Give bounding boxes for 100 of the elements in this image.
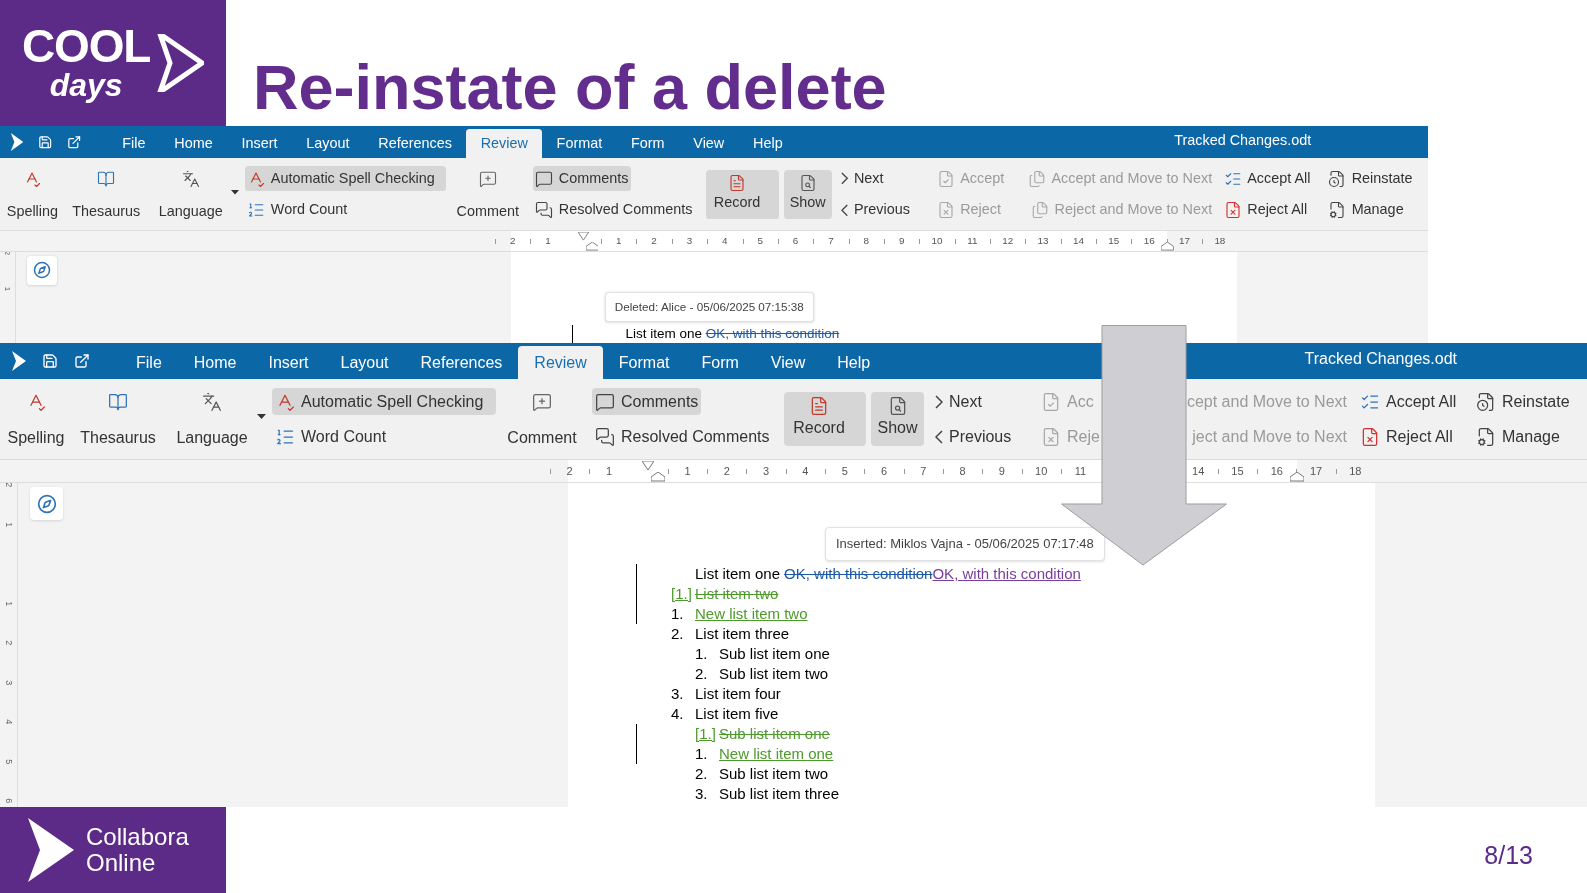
ruler-number: 17: [1179, 234, 1190, 249]
auto-spell-check-button[interactable]: Automatic Spell Checking: [272, 388, 496, 415]
inserted-text: New list item two: [695, 603, 808, 624]
menu-tab[interactable]: Help: [738, 128, 798, 159]
menu-tab[interactable]: Review: [518, 346, 603, 379]
language-icon: [202, 392, 222, 412]
comments-button[interactable]: Comments: [592, 388, 702, 415]
spelling-button[interactable]: Spelling: [7, 428, 65, 448]
record-button[interactable]: Record: [705, 170, 780, 219]
deleted-text: OK, with this condition: [784, 563, 933, 584]
menu-tab[interactable]: Layout: [324, 346, 405, 379]
document-gear-icon: [1328, 201, 1347, 220]
list-text: Sub list item three: [719, 783, 840, 804]
caret-icon[interactable]: [257, 414, 266, 420]
menu-tab[interactable]: Home: [159, 128, 228, 159]
comment-button[interactable]: Comment: [507, 428, 577, 448]
word-count-button[interactable]: Word Count: [272, 423, 496, 450]
ruler-number: 9: [998, 464, 1005, 480]
reject-all-button[interactable]: Reject All: [1357, 423, 1456, 450]
app-logo-icon[interactable]: [10, 351, 26, 371]
previous-button[interactable]: Previous: [838, 197, 926, 223]
save-icon[interactable]: [37, 135, 53, 150]
ruler-number: 1: [616, 234, 622, 249]
menu-tab[interactable]: File: [120, 346, 178, 379]
deleted-text: OK, with this condition: [705, 324, 840, 343]
menu-tab[interactable]: Form: [685, 346, 755, 379]
accept-all-button[interactable]: Accept All: [1357, 388, 1460, 415]
comment-button[interactable]: Comment: [456, 202, 519, 221]
reinstate-button[interactable]: Reinstate: [1473, 388, 1573, 415]
ruler-number: 2: [566, 464, 573, 480]
ruler-number: 11: [967, 234, 978, 249]
ruler-number: 17: [1309, 464, 1323, 480]
language-button[interactable]: Language: [176, 428, 248, 448]
show-button[interactable]: Show: [871, 392, 924, 446]
record-button[interactable]: Record: [784, 392, 866, 446]
ruler-number: 6: [880, 464, 888, 480]
manage-button[interactable]: Manage: [1325, 197, 1416, 223]
logo-text: days: [49, 68, 123, 102]
next-button[interactable]: Next: [838, 166, 926, 191]
popout-icon[interactable]: [74, 353, 90, 369]
menu-tab[interactable]: Format: [542, 128, 617, 159]
menu-tab[interactable]: Review: [466, 128, 543, 159]
auto-spell-check-button[interactable]: Automatic Spell Checking: [244, 166, 447, 191]
word-count-button[interactable]: Word Count: [244, 197, 447, 223]
resolved-comments-button[interactable]: Resolved Comments: [592, 423, 773, 450]
save-icon[interactable]: [42, 353, 58, 369]
document-cross-icon: [1360, 426, 1380, 447]
previous-button[interactable]: Previous: [932, 423, 1028, 450]
navigator-button[interactable]: [27, 255, 57, 286]
show-button[interactable]: Show: [783, 170, 832, 219]
chevron-left-icon: [841, 203, 849, 217]
accept-all-button[interactable]: Accept All: [1221, 166, 1314, 191]
ruler-number: 14: [1072, 234, 1084, 249]
document-gear-icon: [1476, 426, 1496, 447]
menu-tab[interactable]: Help: [821, 346, 887, 379]
manage-button[interactable]: Manage: [1473, 423, 1573, 450]
caret-icon[interactable]: [231, 189, 240, 196]
speech-bubble-icon: [595, 391, 615, 412]
popout-icon[interactable]: [66, 135, 81, 150]
list-number: 1.: [695, 743, 708, 764]
ruler-number: 8: [959, 464, 966, 480]
ruler-number: 1: [3, 600, 16, 606]
menu-tab[interactable]: Layout: [291, 128, 364, 159]
chevron-left-icon: [935, 429, 943, 444]
tooltip: Inserted: Miklos Vajna - 05/06/2025 07:17:48: [825, 527, 1105, 561]
logo-text: Online: [86, 850, 157, 876]
ruler-number: 8: [863, 234, 869, 249]
language-button[interactable]: Language: [158, 202, 223, 221]
menu-tab[interactable]: Home: [177, 346, 253, 379]
menu-tab[interactable]: View: [754, 346, 822, 379]
ruler-number: 2: [651, 234, 657, 249]
thesaurus-button[interactable]: Thesaurus: [72, 202, 141, 221]
menu-tab[interactable]: File: [107, 128, 160, 159]
ruler-number: 1: [545, 234, 551, 249]
document-title: Tracked Changes.odt: [1304, 349, 1457, 369]
menu-tab[interactable]: Format: [602, 346, 686, 379]
list-text: List item three: [695, 623, 790, 644]
resolved-comments-button[interactable]: Resolved Comments: [532, 197, 696, 223]
app-logo-icon[interactable]: [9, 133, 24, 152]
ruler-number: 2: [3, 483, 16, 488]
menu-tab[interactable]: References: [404, 346, 519, 379]
menu-tab[interactable]: View: [678, 128, 739, 159]
spelling-button[interactable]: Spelling: [6, 202, 58, 221]
next-button[interactable]: Next: [932, 388, 1028, 415]
menu-tab[interactable]: References: [363, 128, 467, 159]
thesaurus-button[interactable]: Thesaurus: [80, 428, 156, 448]
menu-tab[interactable]: Insert: [252, 346, 325, 379]
speech-bubbles-icon: [595, 426, 615, 447]
ruler-number: 1: [2, 286, 14, 292]
reject-all-button[interactable]: Reject All: [1221, 197, 1310, 223]
reinstate-button[interactable]: Reinstate: [1325, 166, 1416, 191]
ruler-number: 4: [722, 234, 728, 249]
book-icon: [97, 170, 116, 189]
navigator-button[interactable]: [30, 487, 63, 520]
comments-button[interactable]: Comments: [532, 166, 632, 191]
menu-tab[interactable]: Form: [616, 128, 679, 159]
list-text: List item five: [695, 703, 779, 724]
document-cross-icon: [1223, 201, 1242, 220]
menu-tab[interactable]: Insert: [227, 128, 292, 159]
document-cross-icon: [1041, 426, 1061, 447]
